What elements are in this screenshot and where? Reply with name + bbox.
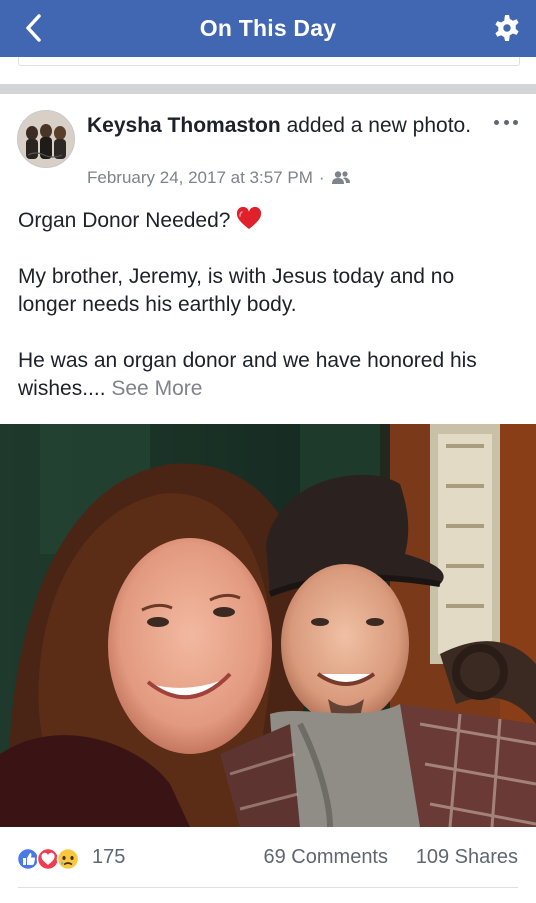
shares-count[interactable]: 109 Shares: [416, 846, 518, 869]
avatar[interactable]: [17, 110, 75, 168]
more-dot: [513, 119, 518, 125]
more-options-button[interactable]: [494, 116, 518, 128]
profile-photo-icon: [18, 111, 74, 167]
top-navigation-bar: On This Day: [0, 0, 536, 57]
gear-icon: [495, 15, 519, 41]
post-meta: February 24, 2017 at 3:57 PM ·: [87, 168, 351, 188]
reaction-icons[interactable]: [16, 847, 87, 871]
reactions-count[interactable]: 175: [92, 846, 125, 869]
post-author-line: Keysha Thomaston added a new photo.: [87, 112, 477, 140]
see-more-link[interactable]: See More: [111, 377, 202, 400]
more-dot: [503, 119, 509, 125]
more-options-icon: [494, 119, 499, 125]
chevron-left-icon: [26, 14, 41, 42]
page-title: On This Day: [199, 15, 337, 41]
back-button[interactable]: [18, 12, 50, 44]
post-date[interactable]: February 24, 2017 at 3:57 PM: [87, 168, 313, 188]
engagement-bar: 175 69 Comments 109 Shares: [0, 827, 536, 887]
settings-button[interactable]: [490, 11, 524, 45]
photo-two-people-selfie-icon: [0, 424, 536, 827]
meta-separator: ·: [318, 168, 325, 187]
post-line-1: Organ Donor Needed?: [18, 209, 237, 232]
comments-count[interactable]: 69 Comments: [264, 846, 389, 869]
post-action: added a new photo.: [286, 114, 472, 137]
sad-reaction-icon: [56, 847, 80, 871]
post-paragraph-1: Organ Donor Needed?: [18, 206, 518, 235]
post-paragraph-3: He was an organ donor and we have honore…: [18, 347, 518, 403]
post-paragraph-3-text: He was an organ donor and we have honore…: [18, 349, 477, 400]
red-heart-emoji-icon: [237, 206, 262, 229]
author-name[interactable]: Keysha Thomaston: [87, 114, 281, 137]
friends-icon: [331, 171, 350, 184]
post-header: Keysha Thomaston added a new photo. Febr…: [0, 94, 536, 204]
previous-card-edge: [18, 57, 520, 66]
like-reaction-icon: [16, 847, 40, 871]
post-paragraph-2: My brother, Jeremy, is with Jesus today …: [18, 265, 455, 316]
feed-divider: [0, 84, 536, 94]
love-reaction-icon: [36, 847, 60, 871]
reaction-icons-group: [16, 847, 80, 871]
post-body: Organ Donor Needed? My brother, Jeremy, …: [18, 206, 518, 431]
engagement-divider: [18, 887, 518, 888]
post-photo[interactable]: [0, 424, 536, 827]
